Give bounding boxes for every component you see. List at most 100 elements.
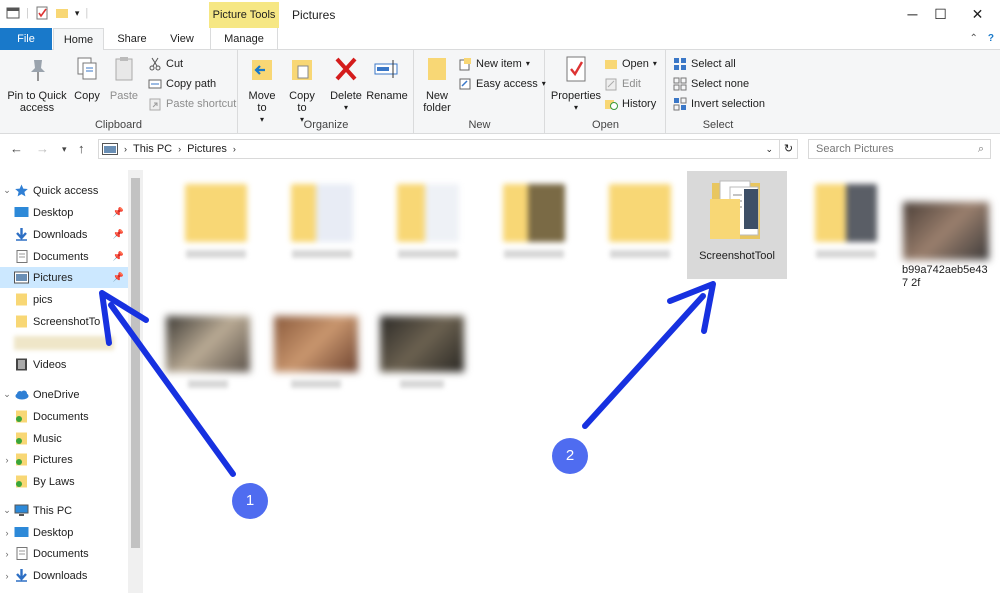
nav-quick-access[interactable]: ⌄ Quick access — [0, 180, 128, 201]
pictures-location-icon — [102, 143, 118, 155]
navigation-bar: ← → ▾ ↑ › This PC › Pictures › ⌄ ↻ Searc… — [0, 136, 1000, 162]
image-file-tile[interactable] — [266, 302, 366, 410]
folder-tile[interactable] — [166, 172, 266, 280]
invert-selection-button[interactable]: Invert selection — [673, 95, 765, 113]
copy-path-button[interactable]: Copy path — [148, 75, 216, 93]
nav-onedrive[interactable]: ⌄ OneDrive — [0, 384, 128, 405]
folder-tile[interactable] — [272, 172, 372, 280]
address-bar[interactable]: › This PC › Pictures › ⌄ — [98, 139, 780, 159]
explorer-window-icon[interactable] — [6, 6, 20, 20]
paste-shortcut-button[interactable]: Paste shortcut — [148, 95, 236, 113]
history-icon — [605, 100, 618, 110]
collapsed-chevron-icon[interactable]: › — [0, 549, 14, 559]
select-all-button[interactable]: Select all — [673, 55, 736, 73]
properties-button[interactable]: Properties ▾ — [550, 54, 602, 114]
open-button[interactable]: Open ▾ — [604, 55, 657, 73]
image-file-tile[interactable]: b99a742aeb5e437 2f — [896, 172, 996, 289]
scissors-icon — [149, 57, 161, 71]
properties-check-icon[interactable] — [35, 6, 49, 20]
new-folder-icon[interactable] — [55, 6, 69, 20]
image-file-tile[interactable] — [372, 302, 472, 410]
annotation-badge-1: 1 — [232, 483, 268, 519]
back-arrow-icon[interactable]: ← — [10, 141, 23, 156]
select-none-button[interactable]: Select none — [673, 75, 749, 93]
expanded-chevron-icon[interactable]: ⌄ — [0, 389, 14, 400]
chevron-down-icon: ▾ — [343, 103, 348, 112]
image-thumbnail — [903, 202, 989, 260]
tab-view[interactable]: View — [160, 28, 204, 50]
image-file-tile[interactable] — [158, 302, 258, 410]
nav-onedrive-pictures[interactable]: › Pictures — [0, 449, 128, 470]
new-item-button[interactable]: New item ▾ — [458, 55, 530, 73]
breadcrumb-this-pc[interactable]: This PC — [133, 143, 172, 155]
edit-icon — [605, 78, 617, 91]
pin-icon[interactable]: 📌 — [113, 272, 124, 283]
new-folder-button[interactable]: New folder — [419, 54, 455, 114]
expanded-chevron-icon[interactable]: ⌄ — [0, 185, 14, 196]
image-thumbnail — [166, 316, 250, 372]
easy-access-button[interactable]: Easy access ▾ — [458, 75, 546, 93]
tab-home[interactable]: Home — [53, 28, 104, 51]
paste-button[interactable]: Paste — [106, 54, 142, 102]
collapsed-chevron-icon[interactable]: › — [0, 571, 14, 581]
close-button[interactable]: ✕ — [955, 0, 1000, 28]
ribbon-collapse-icon[interactable]: ⌃ — [970, 33, 978, 44]
nav-item-downloads[interactable]: Downloads 📌 — [0, 224, 128, 245]
folder-tile[interactable] — [796, 172, 896, 280]
refresh-button[interactable]: ↻ — [780, 139, 798, 159]
recent-locations-chevron-icon[interactable]: ▾ — [62, 144, 67, 155]
folder-tile[interactable] — [484, 172, 584, 280]
pin-to-quick-access-button[interactable]: Pin to Quick access — [6, 54, 68, 114]
copy-button[interactable]: Copy — [70, 54, 104, 102]
organize-group-label: Organize — [303, 119, 349, 131]
nav-item-documents[interactable]: Documents 📌 — [0, 246, 128, 267]
help-icon[interactable]: ? — [988, 33, 994, 44]
tab-manage[interactable]: Manage — [210, 28, 278, 50]
pin-icon[interactable]: 📌 — [113, 229, 124, 240]
nav-this-pc[interactable]: ⌄ This PC — [0, 500, 128, 521]
nav-item-desktop[interactable]: Desktop 📌 — [0, 202, 128, 223]
nav-item-pics[interactable]: pics — [0, 289, 128, 310]
tab-share[interactable]: Share — [108, 28, 156, 50]
nav-pc-documents[interactable]: › Documents — [0, 543, 128, 564]
breadcrumb-pictures[interactable]: Pictures — [187, 143, 227, 155]
address-dropdown-icon[interactable]: ⌄ — [765, 144, 773, 155]
nav-item-blurred-folder[interactable] — [0, 332, 128, 353]
rename-button[interactable]: Rename — [366, 54, 408, 102]
scrollbar-thumb[interactable] — [131, 178, 140, 548]
folder-tile[interactable] — [378, 172, 478, 280]
forward-arrow-icon[interactable]: → — [36, 141, 49, 156]
copy-to-button[interactable]: Copy to ▾ — [284, 54, 320, 126]
up-arrow-icon[interactable]: ↑ — [78, 141, 85, 156]
expanded-chevron-icon[interactable]: ⌄ — [0, 505, 14, 516]
navigation-pane-scrollbar[interactable] — [128, 170, 143, 593]
pin-icon[interactable]: 📌 — [113, 251, 124, 262]
blurred-file-label — [504, 250, 564, 258]
nav-item-screenshottool[interactable]: ScreenshotTo — [0, 311, 128, 332]
nav-onedrive-documents[interactable]: Documents — [0, 406, 128, 427]
delete-x-icon — [335, 57, 357, 81]
nav-onedrive-by-laws[interactable]: By Laws — [0, 471, 128, 492]
edit-button[interactable]: Edit — [604, 75, 641, 93]
search-input[interactable]: Search Pictures ⌕ — [808, 139, 991, 159]
chevron-down-icon[interactable]: ▾ — [75, 8, 80, 19]
nav-pc-desktop[interactable]: › Desktop — [0, 522, 128, 543]
nav-pc-downloads[interactable]: › Downloads — [0, 565, 128, 586]
folder-tile-screenshottool[interactable]: ScreenshotTool — [687, 171, 787, 279]
pin-icon[interactable]: 📌 — [113, 207, 124, 218]
cut-button[interactable]: Cut — [148, 55, 183, 73]
move-to-button[interactable]: Move to ▾ — [244, 54, 280, 126]
nav-item-pictures[interactable]: Pictures 📌 — [0, 267, 128, 288]
folder-icon — [815, 184, 877, 242]
desktop-icon — [14, 207, 29, 217]
blurred-file-label — [291, 380, 341, 388]
delete-button[interactable]: Delete ▾ — [327, 54, 365, 114]
collapsed-chevron-icon[interactable]: › — [0, 455, 14, 465]
collapsed-chevron-icon[interactable]: › — [0, 528, 14, 538]
nav-onedrive-music[interactable]: Music — [0, 428, 128, 449]
history-button[interactable]: History — [604, 95, 656, 113]
tab-file[interactable]: File — [0, 28, 52, 50]
new-group: New folder New item ▾ Easy access ▾ New — [415, 50, 546, 134]
nav-item-videos[interactable]: Videos — [0, 354, 128, 375]
folder-tile[interactable] — [590, 172, 690, 280]
